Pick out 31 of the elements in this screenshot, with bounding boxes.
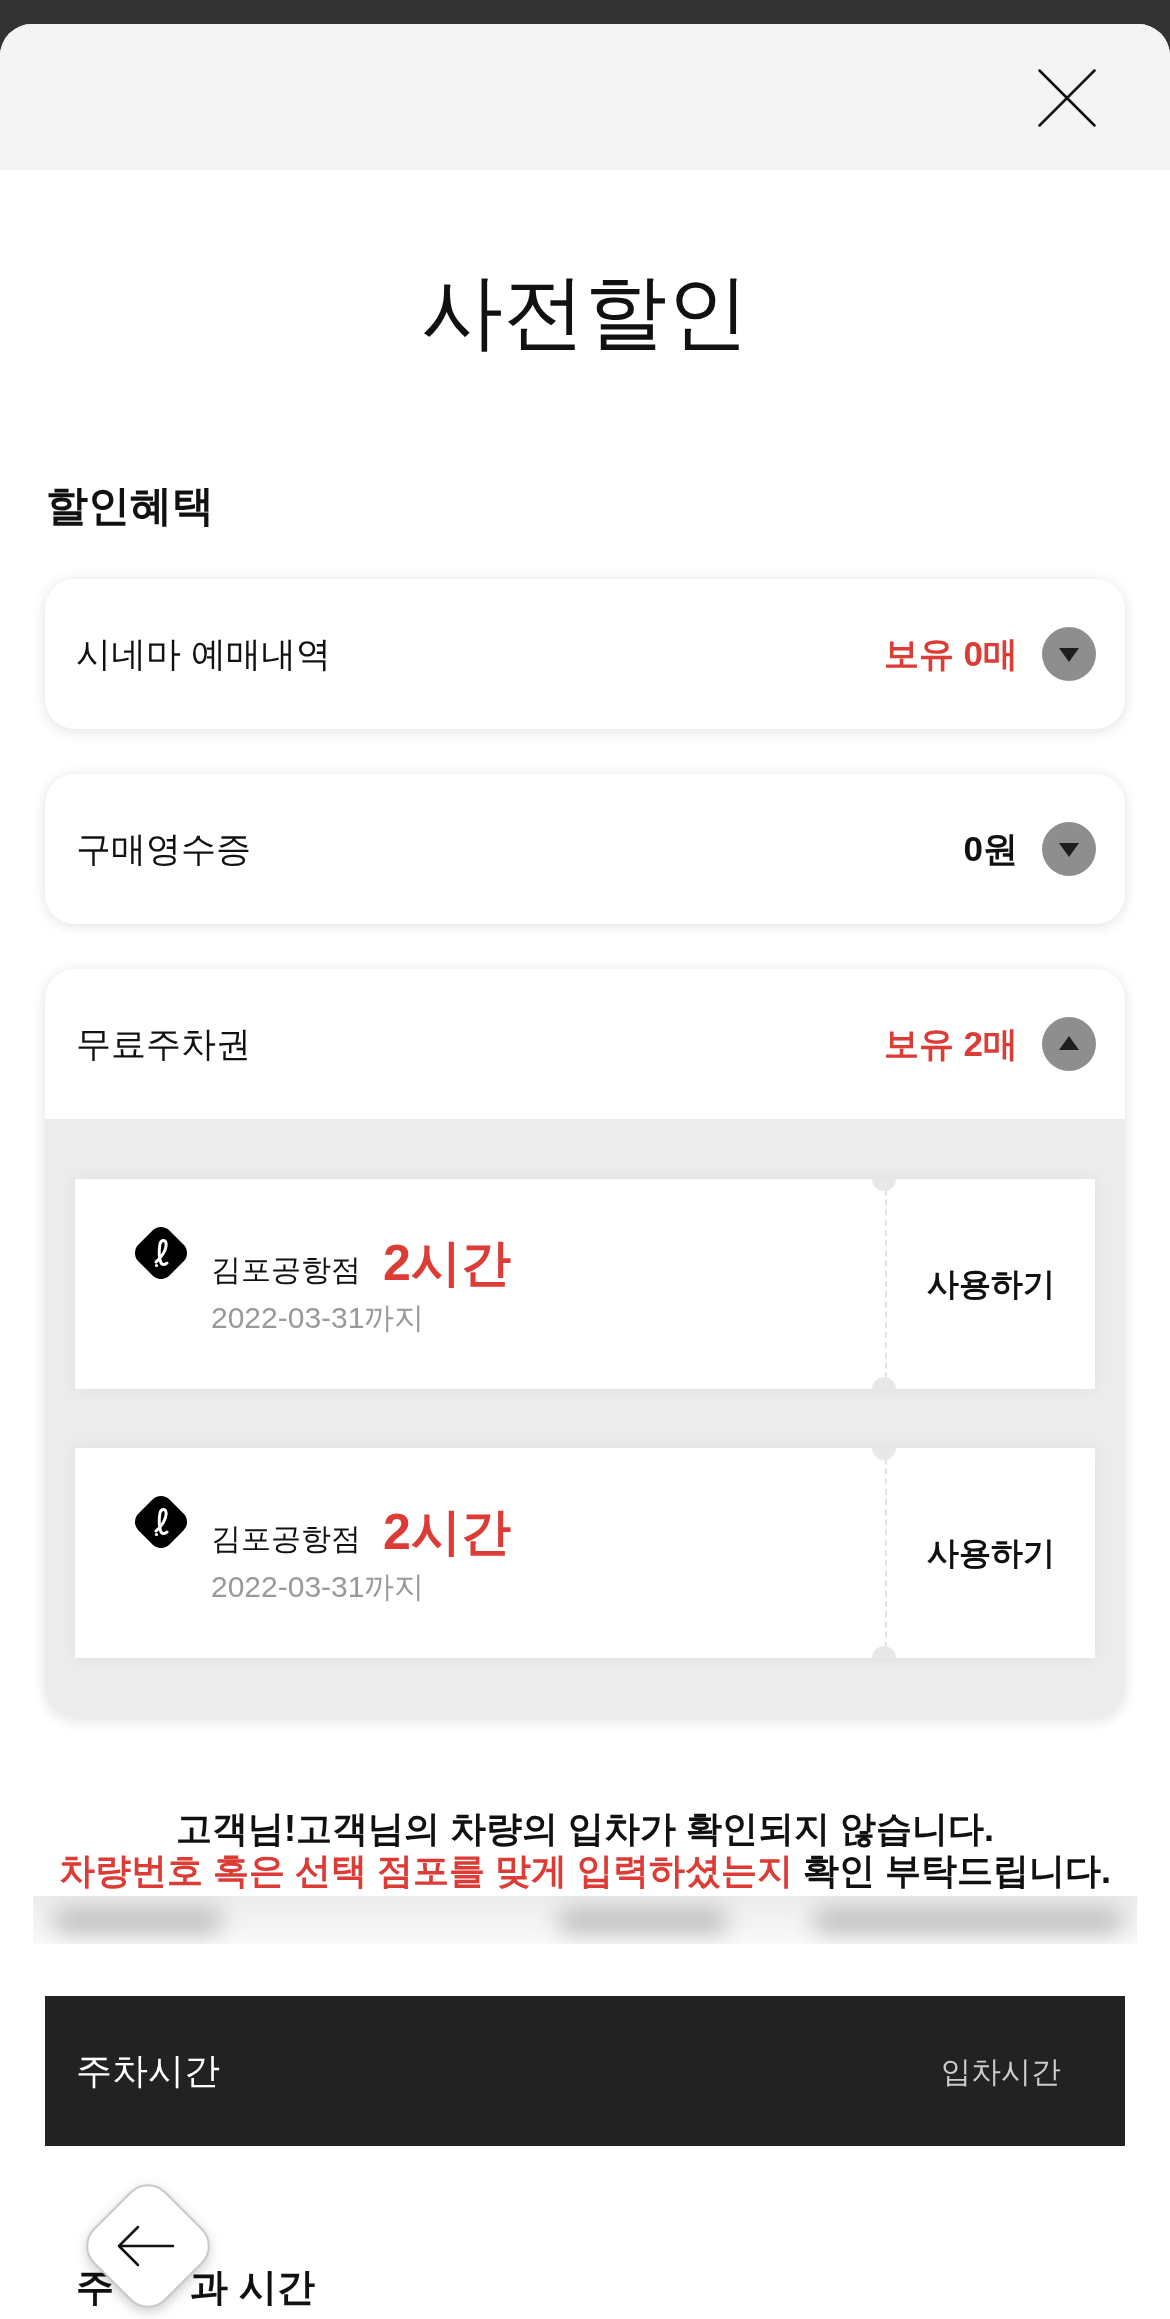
- ticket-notch: [872, 1448, 896, 1460]
- arrow-left-icon: [117, 2225, 175, 2267]
- ticket-notch: [872, 1377, 896, 1389]
- section-heading: 과 시간: [190, 2265, 315, 2310]
- accordion-value: 보유 2매: [883, 1022, 1018, 1065]
- accordion-label[interactable]: 구매영수증: [76, 822, 251, 876]
- accordion-value: 보유 0매: [883, 632, 1018, 675]
- notice-message: 고객님!고객님의 차량의 입차가 확인되지 않습니다. 차량번호 혹은 선택 점포를 맞게 입력하셨는지 확인 부탁드립니다.: [57, 1808, 1112, 1892]
- use-button[interactable]: 사용하기: [885, 1179, 1095, 1389]
- caret-down-icon[interactable]: [1042, 627, 1096, 681]
- duration-text: 2시간: [383, 1235, 511, 1291]
- caret-down-icon[interactable]: [1042, 822, 1096, 876]
- entry-time-label: 입차시간: [941, 2053, 1061, 2090]
- section-heading: 주: [76, 2265, 114, 2310]
- accordion-label[interactable]: 시네마 예매내역: [76, 627, 331, 681]
- caret-up-icon[interactable]: [1042, 1017, 1096, 1071]
- close-button[interactable]: [1038, 69, 1096, 127]
- sheet-title: 사전할인: [420, 265, 750, 359]
- duration-text: 2시간: [383, 1504, 511, 1560]
- expiry-date: 2022-03-31까지: [211, 1569, 426, 1605]
- parking-time-label: 주차시간: [76, 2049, 220, 2093]
- store-name: 김포공항점: [211, 1252, 361, 1288]
- close-icon: [1038, 69, 1096, 127]
- accordion-label[interactable]: 무료주차권: [76, 1017, 251, 1071]
- section-title: 할인혜택: [45, 481, 215, 531]
- ticket-notch: [872, 1179, 896, 1191]
- use-button[interactable]: 사용하기: [885, 1448, 1095, 1658]
- ticket-notch: [872, 1646, 896, 1658]
- expiry-date: 2022-03-31까지: [211, 1300, 426, 1336]
- store-name: 김포공항점: [211, 1521, 361, 1557]
- accordion-value: 0원: [963, 827, 1018, 870]
